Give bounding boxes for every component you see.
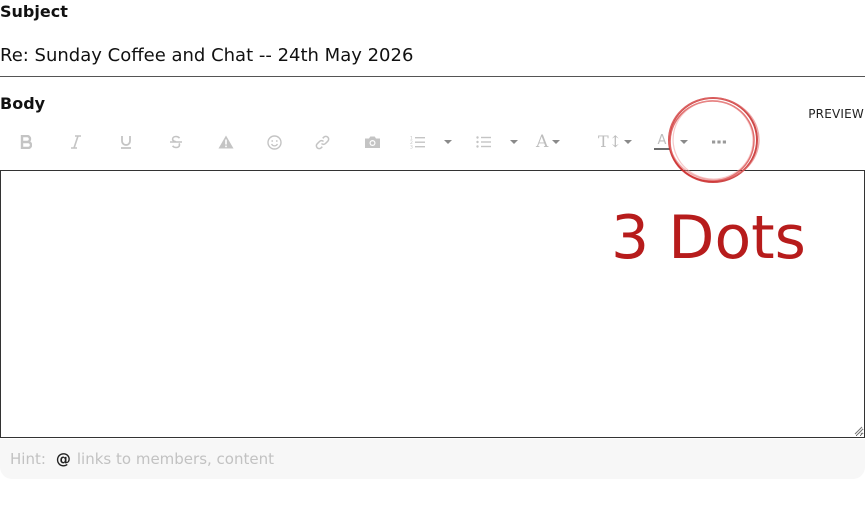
font-family-icon: A bbox=[536, 131, 549, 152]
italic-button[interactable] bbox=[66, 126, 86, 158]
bulleted-list-button[interactable] bbox=[476, 126, 524, 158]
svg-text:3: 3 bbox=[410, 145, 413, 150]
underline-icon bbox=[120, 135, 132, 149]
link-icon bbox=[315, 135, 330, 150]
font-family-button[interactable]: A bbox=[536, 126, 570, 158]
hint-label: Hint: bbox=[10, 450, 46, 468]
bulleted-list-icon bbox=[476, 135, 492, 149]
subject-input[interactable] bbox=[0, 34, 865, 77]
italic-icon bbox=[70, 135, 82, 149]
emoji-icon bbox=[266, 134, 282, 150]
text-color-icon: A bbox=[654, 134, 670, 150]
resize-handle-icon[interactable] bbox=[854, 426, 863, 435]
numbered-list-button[interactable]: 123 bbox=[410, 126, 458, 158]
body-editor[interactable] bbox=[0, 170, 865, 438]
hint-text: links to members, content bbox=[76, 450, 274, 468]
underline-button[interactable] bbox=[116, 126, 136, 158]
at-symbol: @ bbox=[55, 450, 71, 468]
strikethrough-button[interactable] bbox=[166, 126, 186, 158]
camera-icon bbox=[364, 135, 381, 149]
strikethrough-icon bbox=[169, 135, 183, 149]
preview-button[interactable]: PREVIEW bbox=[808, 107, 864, 121]
chevron-down-icon bbox=[624, 140, 633, 144]
subject-label: Subject bbox=[0, 2, 68, 21]
warning-icon bbox=[218, 135, 234, 149]
link-button[interactable] bbox=[312, 126, 332, 158]
numbered-list-icon: 123 bbox=[410, 135, 426, 149]
text-color-button[interactable]: A bbox=[654, 126, 694, 158]
chevron-down-icon bbox=[444, 140, 452, 144]
body-label: Body bbox=[0, 94, 46, 113]
more-options-button[interactable] bbox=[710, 126, 728, 158]
editor-toolbar: 123 A T↕ A bbox=[0, 126, 760, 160]
emoji-button[interactable] bbox=[264, 126, 284, 158]
font-size-icon: T↕ bbox=[598, 132, 623, 151]
font-size-button[interactable]: T↕ bbox=[598, 126, 633, 158]
bold-icon bbox=[20, 135, 32, 149]
chevron-down-icon bbox=[552, 140, 561, 144]
more-options-icon bbox=[712, 140, 726, 144]
insert-image-button[interactable] bbox=[362, 126, 382, 158]
bold-button[interactable] bbox=[16, 126, 36, 158]
chevron-down-icon bbox=[680, 140, 688, 144]
hint-bar: Hint: @ links to members, content bbox=[0, 439, 865, 479]
warning-button[interactable] bbox=[216, 126, 236, 158]
chevron-down-icon bbox=[510, 140, 518, 144]
